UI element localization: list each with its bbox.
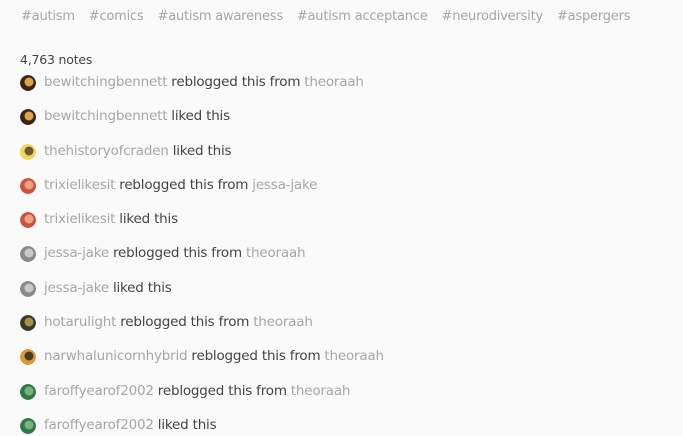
note-item: narwhalunicornhybrid reblogged this from t…	[20, 347, 660, 381]
tag-link[interactable]: #autism awareness	[158, 9, 284, 24]
note-action-text: reblogged this from	[171, 74, 301, 90]
note-item: bewitchingbennett reblogged this from theo…	[20, 73, 660, 107]
note-user-link[interactable]: faroffyearof2002	[44, 382, 154, 400]
tag-link[interactable]: #autism acceptance	[297, 9, 428, 24]
note-user-link[interactable]: narwhalunicornhybrid	[44, 347, 188, 365]
note-user-link[interactable]: trixielikesit	[44, 176, 115, 194]
avatar[interactable]	[20, 212, 36, 229]
notes-count: 4,763 notes	[20, 52, 93, 67]
tag-link[interactable]: #autism	[21, 9, 75, 24]
note-action-text: reblogged this from	[157, 382, 287, 399]
note-item: bewitchingbennett liked this	[20, 107, 660, 141]
avatar[interactable]	[20, 75, 36, 91]
note-user-link[interactable]: bewitchingbennett	[44, 73, 167, 91]
note-user-link[interactable]: hotarulight	[44, 313, 116, 331]
note-user-link[interactable]: thehistoryofcraden	[44, 142, 169, 160]
note-source-link[interactable]: theoraah	[253, 313, 313, 331]
note-item: trixielikesit reblogged this from jessa-ja…	[20, 176, 660, 210]
note-item: hotarulight reblogged this from theoraah	[20, 313, 660, 347]
notes-list: bewitchingbennett reblogged this from theo…	[20, 73, 660, 436]
tag-link[interactable]: #aspergers	[557, 9, 631, 24]
avatar[interactable]	[20, 315, 36, 332]
avatar[interactable]	[20, 280, 36, 297]
note-source-link[interactable]: theoraah	[324, 347, 384, 365]
note-item: faroffyearof2002 liked this	[20, 416, 660, 436]
avatar[interactable]	[20, 417, 36, 434]
note-action-text: liked this	[119, 211, 178, 228]
avatar[interactable]	[20, 143, 36, 160]
avatar[interactable]	[20, 349, 36, 366]
note-item: trixielikesit liked this	[20, 210, 660, 244]
note-action-text: liked this	[171, 108, 230, 125]
avatar[interactable]	[20, 246, 36, 263]
note-action-text: reblogged this from	[191, 348, 321, 365]
note-user-link[interactable]: jessa-jake	[44, 279, 109, 297]
tag-link[interactable]: #neurodiversity	[442, 9, 544, 24]
avatar[interactable]	[20, 177, 36, 194]
note-user-link[interactable]: jessa-jake	[44, 244, 109, 262]
note-item: jessa-jake liked this	[20, 279, 660, 313]
note-item: jessa-jake reblogged this from theoraah	[20, 244, 660, 278]
note-action-text: liked this	[157, 416, 217, 433]
note-action-text: liked this	[112, 279, 172, 296]
post-notes-page: #autism #comics #autism awareness #autis…	[0, 0, 683, 436]
tag-link[interactable]: #comics	[89, 9, 144, 24]
note-action-text: liked this	[172, 142, 232, 159]
note-source-link[interactable]: jessa-jake	[252, 176, 317, 194]
note-action-text: reblogged this from	[119, 176, 249, 193]
avatar[interactable]	[20, 109, 36, 126]
note-action-text: reblogged this from	[120, 314, 250, 331]
note-user-link[interactable]: faroffyearof2002	[44, 416, 154, 434]
tag-list: #autism #comics #autism awareness #autis…	[21, 9, 640, 24]
note-source-link[interactable]: theoraah	[246, 244, 306, 262]
avatar[interactable]	[20, 383, 36, 400]
note-user-link[interactable]: trixielikesit	[44, 210, 115, 228]
note-source-link[interactable]: theoraah	[291, 382, 351, 400]
note-source-link[interactable]: theoraah	[304, 73, 364, 91]
note-item: thehistoryofcraden liked this	[20, 142, 660, 176]
note-item: faroffyearof2002 reblogged this from theor…	[20, 382, 660, 416]
note-action-text: reblogged this from	[112, 245, 242, 262]
note-user-link[interactable]: bewitchingbennett	[44, 107, 167, 125]
